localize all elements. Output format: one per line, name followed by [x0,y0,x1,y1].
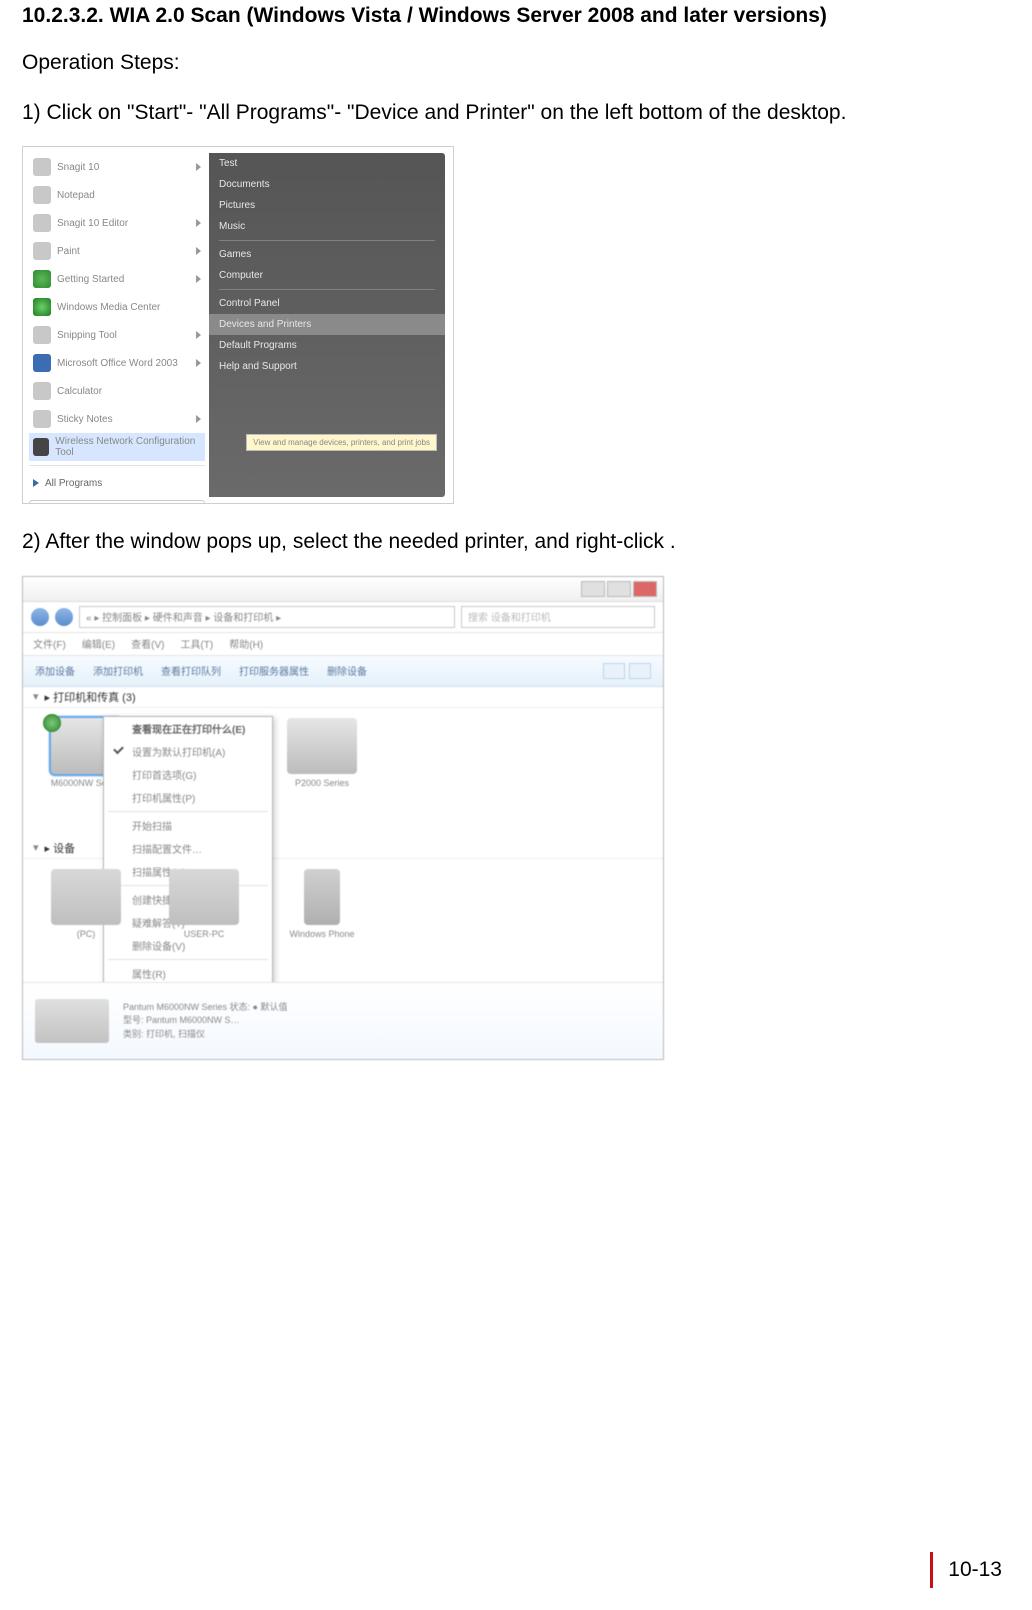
context-menu-item[interactable]: 打印首选项(G) [104,763,272,786]
start-right-item[interactable]: Documents [209,174,445,195]
context-menu-item[interactable]: 开始扫描 [104,814,272,837]
toolbar-remove-device[interactable]: 删除设备 [327,663,367,678]
details-title: Pantum M6000NW Series 状态: ● 默认值 [123,1001,287,1015]
breadcrumb[interactable]: « ▸ 控制面板 ▸ 硬件和声音 ▸ 设备和打印机 ▸ [79,606,455,628]
minimize-button[interactable] [581,581,605,597]
pinned-item[interactable]: Notepad [29,181,205,209]
devices-row: (PC) USER-PC Windows Phone [23,859,663,949]
pinned-item-selected[interactable]: Wireless Network Configuration Tool [29,433,205,461]
default-check-icon [43,714,61,732]
toolbar-server-props[interactable]: 打印服务器属性 [239,663,309,678]
start-menu-right-column: Test Documents Pictures Music Games Comp… [209,153,445,497]
pinned-item[interactable]: Sticky Notes [29,405,205,433]
arrow-right-icon [33,479,39,487]
menu-help[interactable]: 帮助(H) [229,636,263,651]
start-right-item[interactable]: Computer [209,265,445,286]
details-thumbnail-icon [35,999,109,1043]
printer-icon [287,718,357,774]
screenshot-start-menu: Snagit 10 Notepad Snagit 10 Editor Paint… [22,146,454,504]
menu-view[interactable]: 查看(V) [131,636,164,651]
menu-file[interactable]: 文件(F) [33,636,66,651]
pinned-item[interactable]: Microsoft Office Word 2003 [29,349,205,377]
pinned-item[interactable]: Windows Media Center [29,293,205,321]
printer-device[interactable]: P2000 Series [283,718,361,828]
window-titlebar: ​ [23,577,663,602]
menu-edit[interactable]: 编辑(E) [82,636,115,651]
group-header-printers[interactable]: ▾▸ 打印机和传真 (3) [23,687,663,708]
page-number: 10-13 [948,1558,1002,1582]
tooltip: View and manage devices, printers, and p… [246,434,437,451]
start-right-item[interactable]: Help and Support [209,356,445,377]
pinned-item[interactable]: Paint [29,237,205,265]
menu-tools[interactable]: 工具(T) [180,636,213,651]
menu-bar: 文件(F) 编辑(E) 查看(V) 工具(T) 帮助(H) [23,633,663,656]
forward-button[interactable] [55,608,73,626]
explorer-address-bar: « ▸ 控制面板 ▸ 硬件和声音 ▸ 设备和打印机 ▸ 搜索 设备和打印机 [23,602,663,633]
maximize-button[interactable] [607,581,631,597]
pinned-item[interactable]: Snipping Tool [29,321,205,349]
context-menu-item[interactable]: 查看现在正在打印什么(E) [104,717,272,740]
details-category: 类别: 打印机, 扫描仪 [123,1028,287,1042]
toolbar-add-device[interactable]: 添加设备 [35,663,75,678]
pinned-item[interactable]: Getting Started [29,265,205,293]
pc-icon [51,869,121,925]
details-model: 型号: Pantum M6000NW S… [123,1014,287,1028]
pinned-item[interactable]: Snagit 10 Editor [29,209,205,237]
start-right-item[interactable]: Default Programs [209,335,445,356]
section-heading: 10.2.3.2. WIA 2.0 Scan (Windows Vista / … [22,2,1010,29]
pinned-item[interactable]: Calculator [29,377,205,405]
step-2: 2) After the window pops up, select the … [22,526,1010,558]
start-right-item[interactable]: Pictures [209,195,445,216]
view-mode-button[interactable] [603,663,625,679]
pc-icon [169,869,239,925]
context-menu-item[interactable]: 设置为默认打印机(A) [104,740,272,763]
start-right-item-highlight[interactable]: Devices and Printers [209,314,445,335]
printers-row: M6000NW Series Pantum P2000 Series 查看现在正… [23,708,663,838]
context-menu-item[interactable]: 扫描配置文件… [104,837,272,860]
all-programs[interactable]: All Programs [29,470,205,496]
help-button[interactable] [629,663,651,679]
context-menu-item[interactable]: 打印机属性(P) [104,786,272,809]
explorer-search-input[interactable]: 搜索 设备和打印机 [461,606,655,628]
start-right-item[interactable]: Control Panel [209,293,445,314]
start-right-item[interactable]: Games [209,244,445,265]
device-item[interactable]: Windows Phone [283,869,361,939]
phone-icon [304,869,340,925]
screenshot-devices-and-printers: ​ « ▸ 控制面板 ▸ 硬件和声音 ▸ 设备和打印机 ▸ 搜索 设备和打印机 … [22,576,664,1060]
start-menu-left-column: Snagit 10 Notepad Snagit 10 Editor Paint… [29,153,205,504]
toolbar: 添加设备 添加打印机 查看打印队列 打印服务器属性 删除设备 [23,656,663,687]
pinned-item[interactable]: Snagit 10 [29,153,205,181]
close-button[interactable] [633,581,657,597]
step-1: 1) Click on "Start"- "All Programs"- "De… [22,97,1010,129]
details-pane: Pantum M6000NW Series 状态: ● 默认值 型号: Pant… [23,982,663,1059]
start-right-item[interactable]: Music [209,216,445,237]
start-search-input[interactable] [29,500,205,504]
back-button[interactable] [31,608,49,626]
start-right-item[interactable]: Test [209,153,445,174]
device-item[interactable]: (PC) [47,869,125,939]
toolbar-add-printer[interactable]: 添加打印机 [93,663,143,678]
intro-label: Operation Steps: [22,47,1010,79]
device-item[interactable]: USER-PC [165,869,243,939]
toolbar-view-queue[interactable]: 查看打印队列 [161,663,221,678]
